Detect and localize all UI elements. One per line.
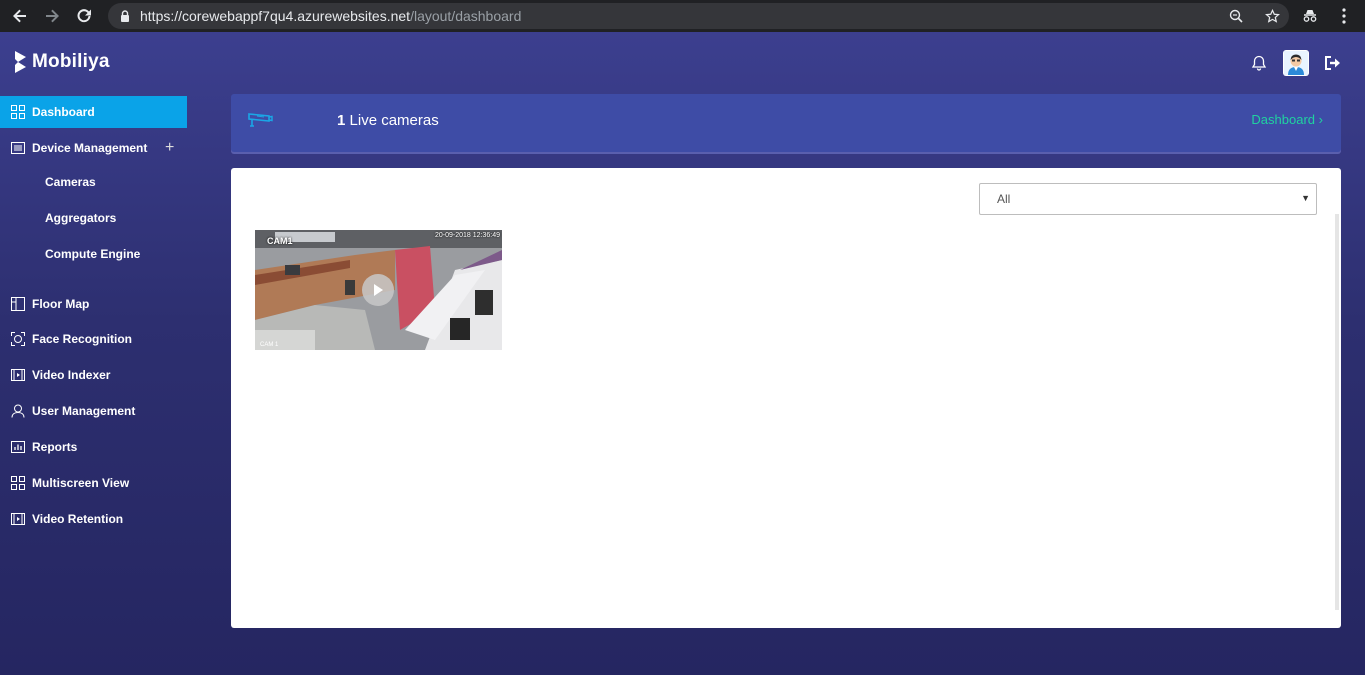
user-avatar[interactable] <box>1283 50 1309 76</box>
url-text: https://corewebappf7qu4.azurewebsites.ne… <box>140 8 522 24</box>
camera-overlay-label: CAM1 <box>267 236 293 246</box>
notification-bell-icon[interactable] <box>1249 53 1269 73</box>
sidebar-item-label: Face Recognition <box>32 332 133 346</box>
logo-mark-icon <box>15 51 26 73</box>
floor-map-icon <box>10 296 25 311</box>
grid-icon <box>10 105 25 120</box>
sidebar-item-device-management[interactable]: Device Management + <box>0 132 187 164</box>
panel-scrollbar[interactable] <box>1335 214 1339 610</box>
live-cameras-banner: 1 Live cameras Dashboard › <box>231 94 1341 152</box>
logout-icon[interactable] <box>1323 53 1343 73</box>
sidebar-subitem-cameras[interactable]: Cameras <box>0 164 187 200</box>
camera-panel: All ▼ CAM1 20-09-2018 12:36:49 CAM 1 <box>231 168 1341 628</box>
breadcrumb-dashboard-link[interactable]: Dashboard › <box>1251 112 1323 127</box>
app-shell: Mobiliya Dashboard Device Management + C… <box>0 32 1365 675</box>
forward-icon[interactable] <box>40 4 64 28</box>
list-icon <box>10 141 25 156</box>
sidebar: Dashboard Device Management + Cameras Ag… <box>0 96 187 537</box>
reload-icon[interactable] <box>72 4 96 28</box>
sidebar-item-multiscreen-view[interactable]: Multiscreen View <box>0 465 187 501</box>
play-icon[interactable] <box>362 274 394 306</box>
user-icon <box>10 404 25 419</box>
camera-thumbnail[interactable]: CAM1 20-09-2018 12:36:49 CAM 1 <box>255 230 502 350</box>
browser-toolbar: https://corewebappf7qu4.azurewebsites.ne… <box>0 0 1365 32</box>
back-icon[interactable] <box>8 4 32 28</box>
zoom-icon[interactable] <box>1227 7 1245 25</box>
sidebar-item-user-management[interactable]: User Management <box>0 393 187 429</box>
camera-filter-select[interactable]: All ▼ <box>979 183 1317 215</box>
sidebar-subitem-compute-engine[interactable]: Compute Engine <box>0 236 187 272</box>
browser-menu-icon[interactable] <box>1334 6 1354 26</box>
film-icon <box>10 368 25 383</box>
sidebar-item-video-retention[interactable]: Video Retention <box>0 501 187 537</box>
sidebar-item-label: Dashboard <box>32 105 95 119</box>
sidebar-item-floor-map[interactable]: Floor Map <box>0 286 187 321</box>
dropdown-caret-icon: ▼ <box>1301 193 1310 203</box>
header-actions <box>1249 50 1343 76</box>
brand-logo[interactable]: Mobiliya <box>14 50 110 74</box>
sidebar-item-video-indexer[interactable]: Video Indexer <box>0 357 187 393</box>
sidebar-item-label: Video Retention <box>32 512 124 526</box>
camera-corner-label: CAM 1 <box>260 342 279 348</box>
sidebar-item-label: Multiscreen View <box>32 476 130 490</box>
incognito-icon[interactable] <box>1300 6 1320 26</box>
address-bar[interactable]: https://corewebappf7qu4.azurewebsites.ne… <box>108 3 1289 29</box>
sidebar-item-face-recognition[interactable]: Face Recognition <box>0 321 187 357</box>
sidebar-item-reports[interactable]: Reports <box>0 429 187 465</box>
film-icon <box>10 512 25 527</box>
cctv-camera-icon <box>248 113 273 127</box>
sidebar-item-dashboard[interactable]: Dashboard <box>0 96 187 128</box>
bar-chart-icon <box>10 440 25 455</box>
grid-icon <box>10 476 25 491</box>
sidebar-item-label: Floor Map <box>32 296 90 311</box>
expand-plus-icon[interactable]: + <box>165 139 174 157</box>
sidebar-item-label: Device Management <box>32 141 148 155</box>
bookmark-star-icon[interactable] <box>1263 7 1281 25</box>
face-scan-icon <box>10 332 25 347</box>
camera-timestamp: 20-09-2018 12:36:49 <box>435 232 500 239</box>
banner-title: 1 Live cameras <box>337 112 439 129</box>
sidebar-item-label: User Management <box>32 404 136 418</box>
lock-icon <box>118 9 132 23</box>
sidebar-item-label: Video Indexer <box>32 368 111 382</box>
sidebar-item-label: Reports <box>32 440 78 454</box>
brand-name: Mobiliya <box>32 51 110 72</box>
sidebar-subitem-aggregators[interactable]: Aggregators <box>0 200 187 236</box>
filter-selected-value: All <box>997 192 1011 206</box>
